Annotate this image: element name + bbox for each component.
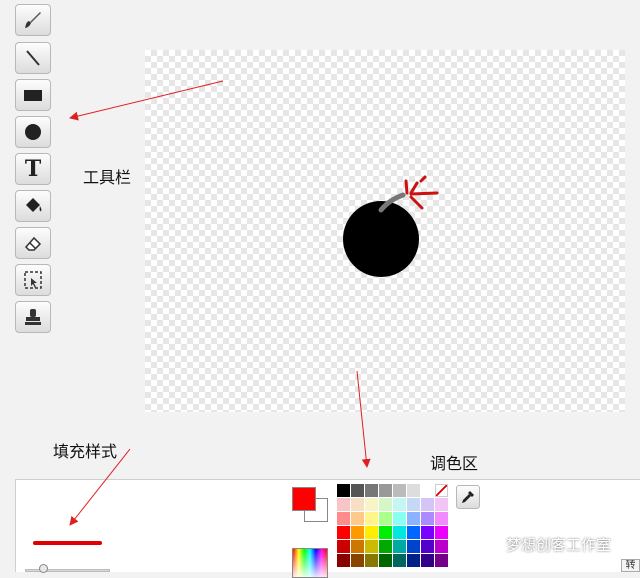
palette-swatch[interactable] — [379, 540, 392, 553]
stamp-icon — [25, 309, 41, 325]
palette-swatch[interactable] — [337, 526, 350, 539]
eraser-tool-button[interactable] — [15, 227, 51, 259]
palette-swatch[interactable] — [421, 484, 434, 497]
palette-swatch[interactable] — [379, 512, 392, 525]
palette-swatch[interactable] — [393, 554, 406, 567]
palette-swatch[interactable] — [351, 540, 364, 553]
text-icon: T — [24, 156, 42, 182]
text-tool-button[interactable]: T — [15, 153, 51, 185]
palette-swatch[interactable] — [393, 498, 406, 511]
palette-swatch[interactable] — [351, 526, 364, 539]
palette-annotation: 调色区 — [430, 454, 479, 473]
palette-swatch[interactable] — [365, 526, 378, 539]
palette-swatch[interactable] — [407, 498, 420, 511]
toolbar-annotation: 工具栏 — [83, 168, 132, 187]
palette-swatch[interactable] — [393, 484, 406, 497]
palette-swatch[interactable] — [337, 484, 350, 497]
palette-swatch[interactable] — [407, 512, 420, 525]
palette-swatch[interactable] — [379, 484, 392, 497]
palette-swatch[interactable] — [365, 540, 378, 553]
palette-swatch[interactable] — [337, 498, 350, 511]
palette-swatch[interactable] — [393, 512, 406, 525]
bomb-drawing — [343, 175, 439, 277]
eyedropper-icon — [462, 491, 474, 503]
palette-swatch[interactable] — [337, 512, 350, 525]
palette-swatch[interactable] — [407, 554, 420, 567]
palette-swatch[interactable] — [351, 554, 364, 567]
palette-swatch[interactable] — [337, 540, 350, 553]
fuse-spark — [404, 175, 439, 210]
palette-swatch[interactable] — [407, 540, 420, 553]
palette-swatch[interactable] — [407, 526, 420, 539]
ellipse-tool-button[interactable] — [15, 116, 51, 148]
palette-swatch[interactable] — [393, 540, 406, 553]
fill-style-line — [33, 541, 102, 545]
brush-tool-button[interactable] — [15, 4, 51, 36]
watermark-text: 梦想创客工作室 — [506, 535, 612, 554]
palette-swatch[interactable] — [435, 554, 448, 567]
palette-swatch[interactable] — [351, 512, 364, 525]
watermark: 梦想创客工作室 — [476, 531, 611, 557]
select-icon — [24, 271, 42, 289]
palette-swatch[interactable] — [421, 554, 434, 567]
palette-swatch[interactable] — [393, 526, 406, 539]
rectangle-icon — [24, 90, 42, 101]
select-tool-button[interactable] — [15, 264, 51, 296]
drawing-canvas[interactable] — [145, 50, 625, 412]
brush-icon — [25, 12, 41, 28]
palette-swatch[interactable] — [435, 512, 448, 525]
palette-swatch[interactable] — [407, 484, 420, 497]
palette-swatch[interactable] — [435, 498, 448, 511]
palette-swatch[interactable] — [365, 554, 378, 567]
ellipse-icon — [25, 124, 41, 140]
line-tool-button[interactable] — [15, 42, 51, 74]
palette-swatch[interactable] — [421, 512, 434, 525]
foreground-color-swatch[interactable] — [292, 487, 316, 511]
color-palette — [337, 484, 449, 567]
fill-bucket-icon — [26, 198, 42, 212]
fill-style-annotation: 填充样式 — [53, 442, 118, 461]
palette-swatch[interactable] — [379, 526, 392, 539]
palette-swatch[interactable] — [365, 512, 378, 525]
palette-swatch[interactable] — [337, 554, 350, 567]
rectangle-tool-button[interactable] — [15, 79, 51, 111]
wechat-icon — [476, 534, 501, 554]
line-icon — [26, 50, 40, 66]
corner-button[interactable]: 转 — [621, 559, 640, 572]
eyedropper-button[interactable] — [456, 485, 480, 509]
palette-transparent-swatch[interactable] — [435, 484, 448, 497]
eraser-icon — [24, 236, 42, 251]
palette-swatch[interactable] — [421, 498, 434, 511]
palette-swatch[interactable] — [435, 526, 448, 539]
palette-swatch[interactable] — [351, 484, 364, 497]
palette-swatch[interactable] — [379, 554, 392, 567]
palette-swatch[interactable] — [365, 484, 378, 497]
palette-swatch[interactable] — [421, 540, 434, 553]
stamp-tool-button[interactable] — [15, 301, 51, 333]
fill-tool-button[interactable] — [15, 190, 51, 222]
palette-swatch[interactable] — [435, 540, 448, 553]
color-spectrum-button[interactable] — [292, 548, 328, 578]
palette-swatch[interactable] — [379, 498, 392, 511]
palette-swatch[interactable] — [365, 498, 378, 511]
palette-swatch[interactable] — [351, 498, 364, 511]
palette-swatch[interactable] — [421, 526, 434, 539]
